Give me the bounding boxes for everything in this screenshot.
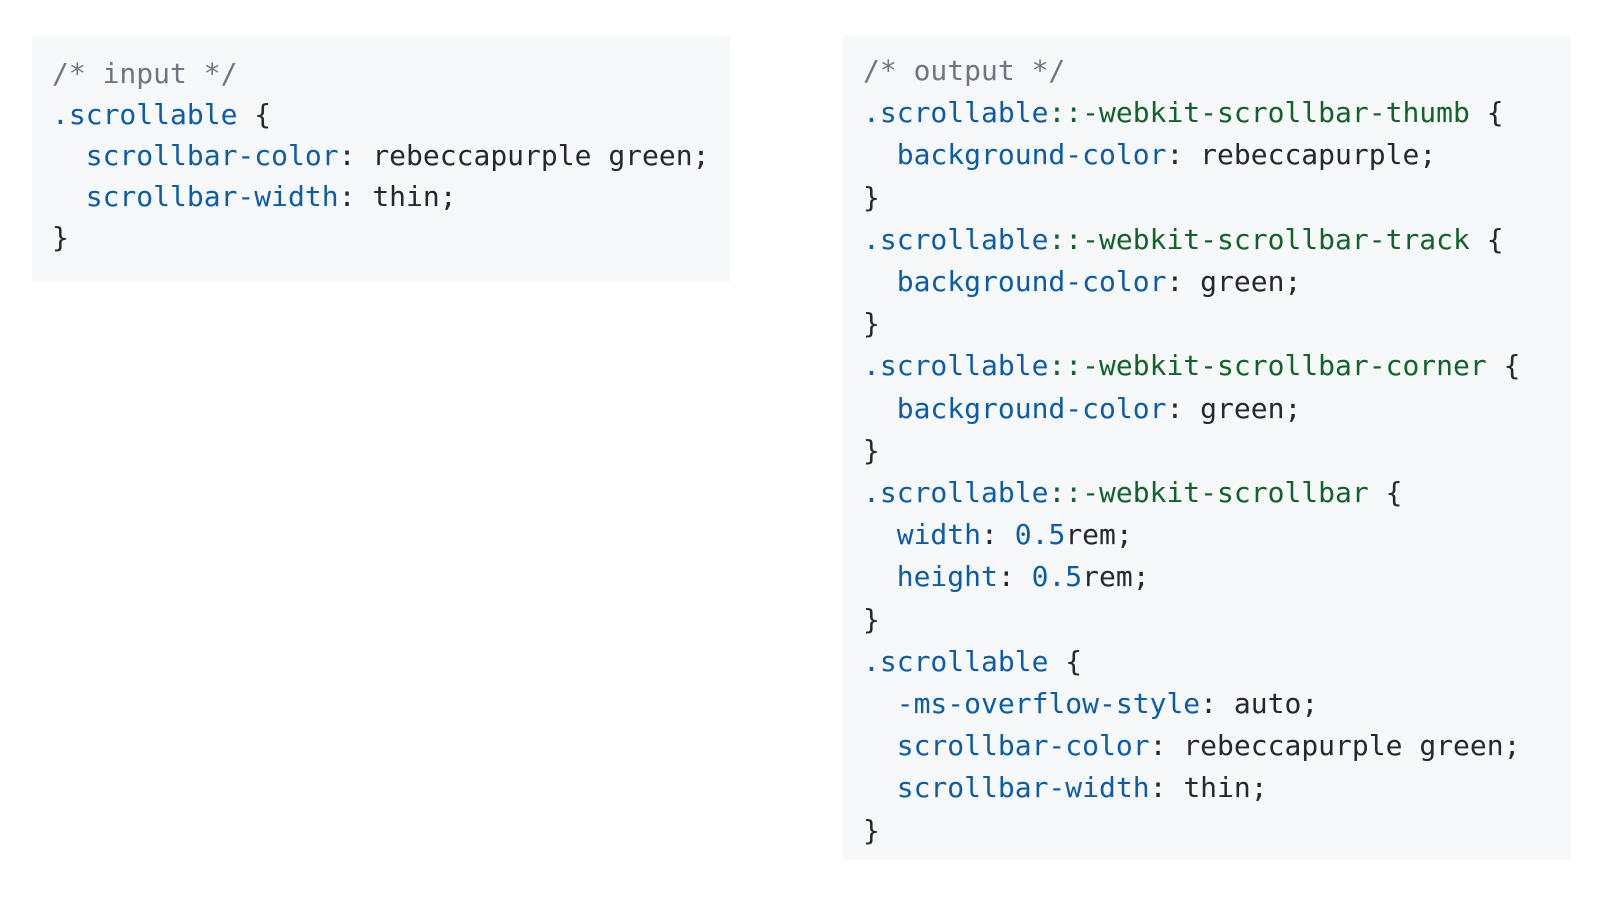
css-value: green	[1200, 265, 1285, 299]
css-property: scrollbar-width	[896, 771, 1150, 805]
css-pseudo-element: ::-webkit-scrollbar-corner	[1048, 349, 1487, 383]
css-pseudo-element: ::-webkit-scrollbar-track	[1048, 222, 1470, 256]
css-selector: .scrollable	[863, 349, 1049, 383]
css-unit: rem	[1065, 518, 1116, 552]
css-value: thin	[372, 180, 440, 213]
input-code: /* input */ .scrollable { scrollbar-colo…	[52, 57, 710, 254]
output-code-block: /* output */ .scrollable::-webkit-scroll…	[843, 35, 1571, 860]
css-selector: .scrollable	[863, 222, 1049, 256]
css-property: scrollbar-width	[85, 180, 339, 213]
css-value: rebeccapurple green	[372, 139, 693, 172]
css-value: thin	[1183, 771, 1251, 805]
css-value: green	[1200, 391, 1285, 425]
css-property: height	[896, 560, 998, 594]
css-value: auto	[1233, 687, 1302, 721]
css-property: background-color	[896, 265, 1167, 299]
css-property: background-color	[896, 138, 1167, 172]
css-property: -ms-overflow-style	[896, 687, 1201, 721]
css-number: 0.5	[1031, 560, 1083, 594]
css-property: scrollbar-color	[896, 729, 1150, 763]
code-comment: /* input */	[52, 57, 238, 90]
css-value: rebeccapurple green	[1183, 729, 1504, 763]
css-property: background-color	[896, 391, 1167, 425]
css-selector: .scrollable	[863, 644, 1049, 678]
css-property: width	[896, 518, 982, 552]
css-property: scrollbar-color	[85, 139, 339, 172]
css-value: rebeccapurple	[1200, 138, 1420, 172]
css-selector: .scrollable	[863, 476, 1049, 510]
code-comment: /* output */	[863, 54, 1066, 87]
css-pseudo-element: ::-webkit-scrollbar-thumb	[1048, 96, 1470, 130]
output-code: /* output */ .scrollable::-webkit-scroll…	[863, 54, 1521, 847]
css-pseudo-element: ::-webkit-scrollbar	[1048, 476, 1369, 510]
css-selector: .scrollable	[52, 98, 238, 131]
input-code-block: /* input */ .scrollable { scrollbar-colo…	[32, 35, 730, 282]
page: /* input */ .scrollable { scrollbar-colo…	[0, 0, 1600, 900]
css-selector: .scrollable	[863, 96, 1049, 130]
css-unit: rem	[1082, 560, 1133, 594]
css-number: 0.5	[1014, 518, 1066, 552]
